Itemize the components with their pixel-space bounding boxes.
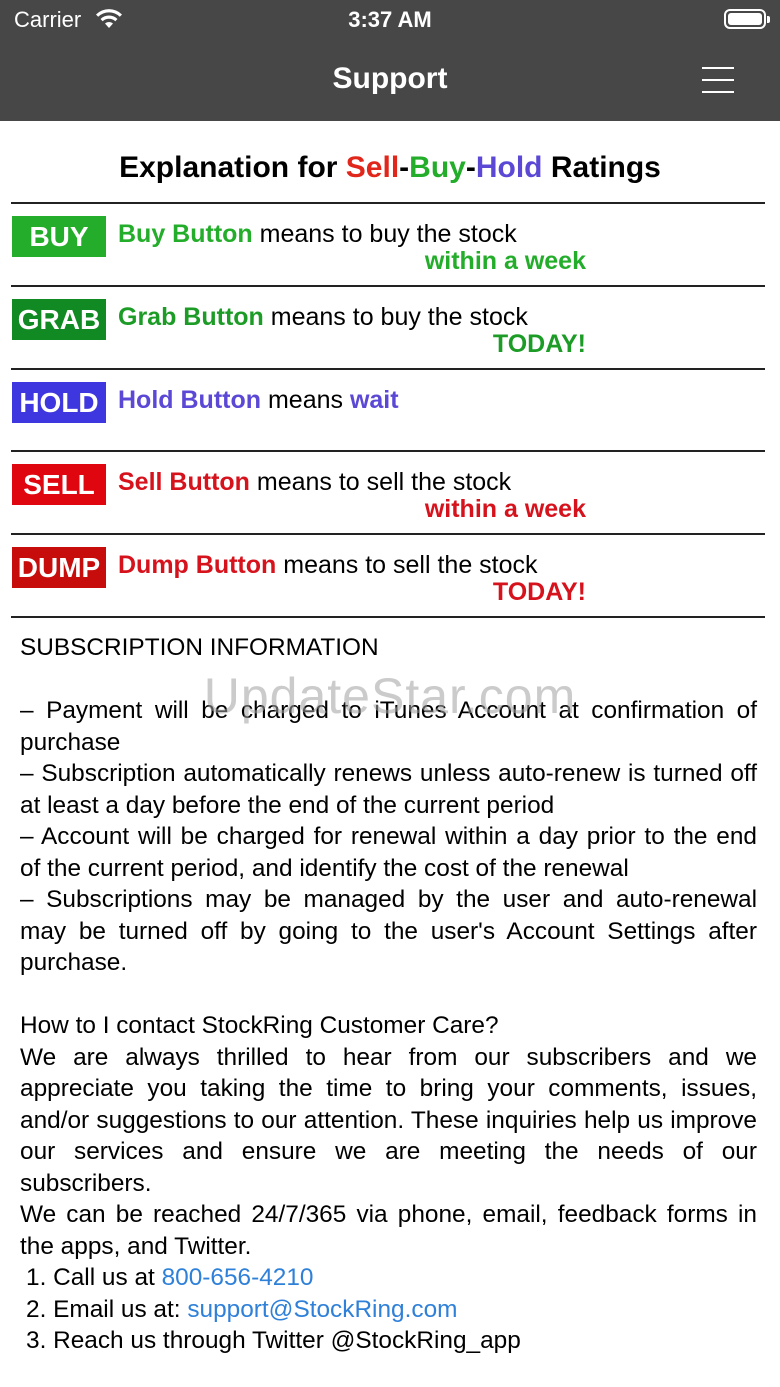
hold-badge: HOLD — [12, 382, 106, 423]
title-hold: Hold — [475, 151, 543, 184]
nav-bar: Support — [0, 40, 780, 121]
subscription-bullet: – Subscription automatically renews unle… — [20, 760, 757, 819]
phone-link[interactable]: 800-656-4210 — [162, 1264, 314, 1291]
title-buy: Buy — [409, 151, 466, 184]
subscription-heading: SUBSCRIPTION INFORMATION — [20, 634, 379, 661]
dump-badge: DUMP — [12, 547, 106, 588]
subscription-bullet: – Payment will be charged to iTunes Acco… — [20, 697, 757, 756]
sell-badge: SELL — [12, 464, 106, 505]
status-bar: Carrier 3:37 AM — [0, 0, 780, 40]
title-sell: Sell — [345, 151, 400, 184]
contact-item-email: 2. Email us at: support@StockRing.com — [26, 1295, 458, 1323]
grab-badge: GRAB — [12, 299, 106, 340]
rating-description: Buy Button means to buy the stock — [118, 220, 517, 248]
contact-question: How to I contact StockRing Customer Care… — [20, 1012, 499, 1039]
page-title: Support — [332, 62, 448, 95]
status-time: 3:37 AM — [348, 7, 432, 32]
rating-row-grab: GRAB Grab Button means to buy the stock … — [0, 287, 780, 369]
battery-icon — [724, 9, 770, 29]
rating-description: Sell Button means to sell the stock — [118, 468, 512, 496]
rating-timing: within a week — [424, 495, 586, 523]
subscription-bullet: – Subscriptions may be managed by the us… — [20, 886, 757, 976]
contact-item-twitter: 3. Reach us through Twitter @StockRing_a… — [26, 1327, 521, 1354]
rating-description: Dump Button means to sell the stock — [118, 551, 538, 579]
ratings-title: Explanation for Sell-Buy-Hold Ratings — [119, 151, 661, 184]
rating-timing: within a week — [424, 247, 586, 275]
rating-row-buy: BUY Buy Button means to buy the stock wi… — [0, 204, 780, 286]
rating-row-dump: DUMP Dump Button means to sell the stock… — [0, 535, 780, 617]
rating-timing: TODAY! — [492, 330, 586, 358]
subscription-bullet: – Account will be charged for renewal wi… — [20, 823, 757, 882]
rating-description: Hold Button means wait — [118, 386, 399, 414]
rating-timing: TODAY! — [492, 578, 586, 606]
contact-item-phone: 1. Call us at 800-656-4210 — [26, 1264, 314, 1291]
rating-row-hold: HOLD Hold Button means wait — [0, 370, 780, 452]
rating-description: Grab Button means to buy the stock — [118, 303, 528, 331]
rating-row-sell: SELL Sell Button means to sell the stock… — [0, 452, 780, 534]
email-link[interactable]: support@StockRing.com — [187, 1296, 457, 1323]
hamburger-menu-icon[interactable] — [702, 67, 734, 93]
buy-badge: BUY — [12, 216, 106, 257]
support-info-text: SUBSCRIPTION INFORMATION – Payment will … — [20, 632, 757, 1357]
contact-paragraph: We can be reached 24/7/365 via phone, em… — [20, 1201, 757, 1260]
contact-paragraph: We are always thrilled to hear from our … — [20, 1043, 757, 1197]
